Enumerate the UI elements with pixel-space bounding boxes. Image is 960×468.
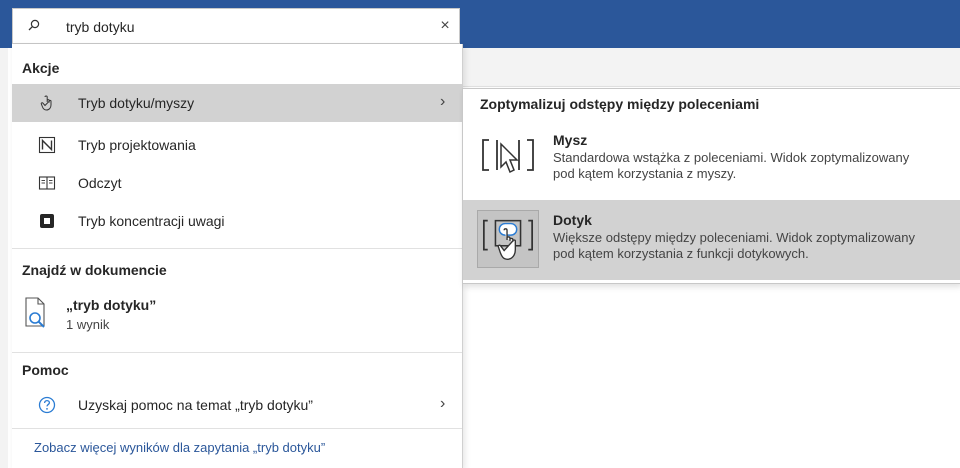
search-input[interactable]: tryb dotyku xyxy=(66,19,134,35)
touch-mouse-icon xyxy=(40,95,52,111)
mouse-mode-icon xyxy=(482,139,534,174)
option-description-line: Większe odstępy między poleceniami. Wido… xyxy=(553,230,915,245)
action-item-focus-mode[interactable]: Tryb koncentracji uwagi xyxy=(12,202,462,240)
close-icon[interactable]: × xyxy=(436,17,454,35)
ribbon-area xyxy=(462,48,960,87)
left-edge xyxy=(0,48,8,468)
focus-mode-icon xyxy=(40,214,54,228)
section-title-actions: Akcje xyxy=(22,60,60,76)
action-item-read-mode[interactable]: Odczyt xyxy=(12,164,462,202)
submenu-title: Zoptymalizuj odstępy między poleceniami xyxy=(480,96,760,112)
search-icon xyxy=(28,19,40,31)
document-result-count: 1 wynik xyxy=(66,317,110,332)
option-touch[interactable]: Dotyk Większe odstępy między poleceniami… xyxy=(463,200,960,280)
divider xyxy=(12,248,462,249)
option-description: Standardowa wstążka z poleceniami. Widok… xyxy=(553,150,953,182)
action-label: Tryb dotyku/myszy xyxy=(78,95,195,111)
action-label: Tryb projektowania xyxy=(78,137,196,153)
design-mode-icon xyxy=(38,136,56,154)
action-label: Odczyt xyxy=(78,175,122,191)
read-mode-icon xyxy=(38,176,56,190)
option-description-line: pod kątem korzystania z myszy. xyxy=(553,166,737,181)
touch-mode-icon xyxy=(477,210,539,268)
option-mouse[interactable]: Mysz Standardowa wstążka z poleceniami. … xyxy=(463,120,960,200)
option-description-line: Standardowa wstążka z poleceniami. Widok… xyxy=(553,150,910,165)
document-result-title: „tryb dotyku” xyxy=(66,297,157,313)
help-label: Uzyskaj pomoc na temat „tryb dotyku” xyxy=(78,397,313,413)
action-item-design-mode[interactable]: Tryb projektowania xyxy=(12,126,462,164)
option-description: Większe odstępy między poleceniami. Wido… xyxy=(553,230,953,262)
chevron-right-icon: › xyxy=(440,93,446,110)
action-item-touch-mouse[interactable]: Tryb dotyku/myszy › xyxy=(12,84,462,122)
more-results-link[interactable]: Zobacz więcej wyników dla zapytania „try… xyxy=(34,440,325,455)
help-icon xyxy=(38,396,56,414)
option-description-line: pod kątem korzystania z funkcji dotykowy… xyxy=(553,246,809,261)
divider xyxy=(12,428,462,429)
option-title: Mysz xyxy=(553,132,588,148)
section-title-help: Pomoc xyxy=(22,362,69,378)
help-item[interactable]: Uzyskaj pomoc na temat „tryb dotyku” › xyxy=(12,386,462,424)
section-title-find: Znajdź w dokumencie xyxy=(22,262,167,278)
document-search-icon xyxy=(25,297,45,328)
option-title: Dotyk xyxy=(553,212,592,228)
action-label: Tryb koncentracji uwagi xyxy=(78,213,225,229)
divider xyxy=(12,352,462,353)
chevron-right-icon: › xyxy=(440,395,446,412)
